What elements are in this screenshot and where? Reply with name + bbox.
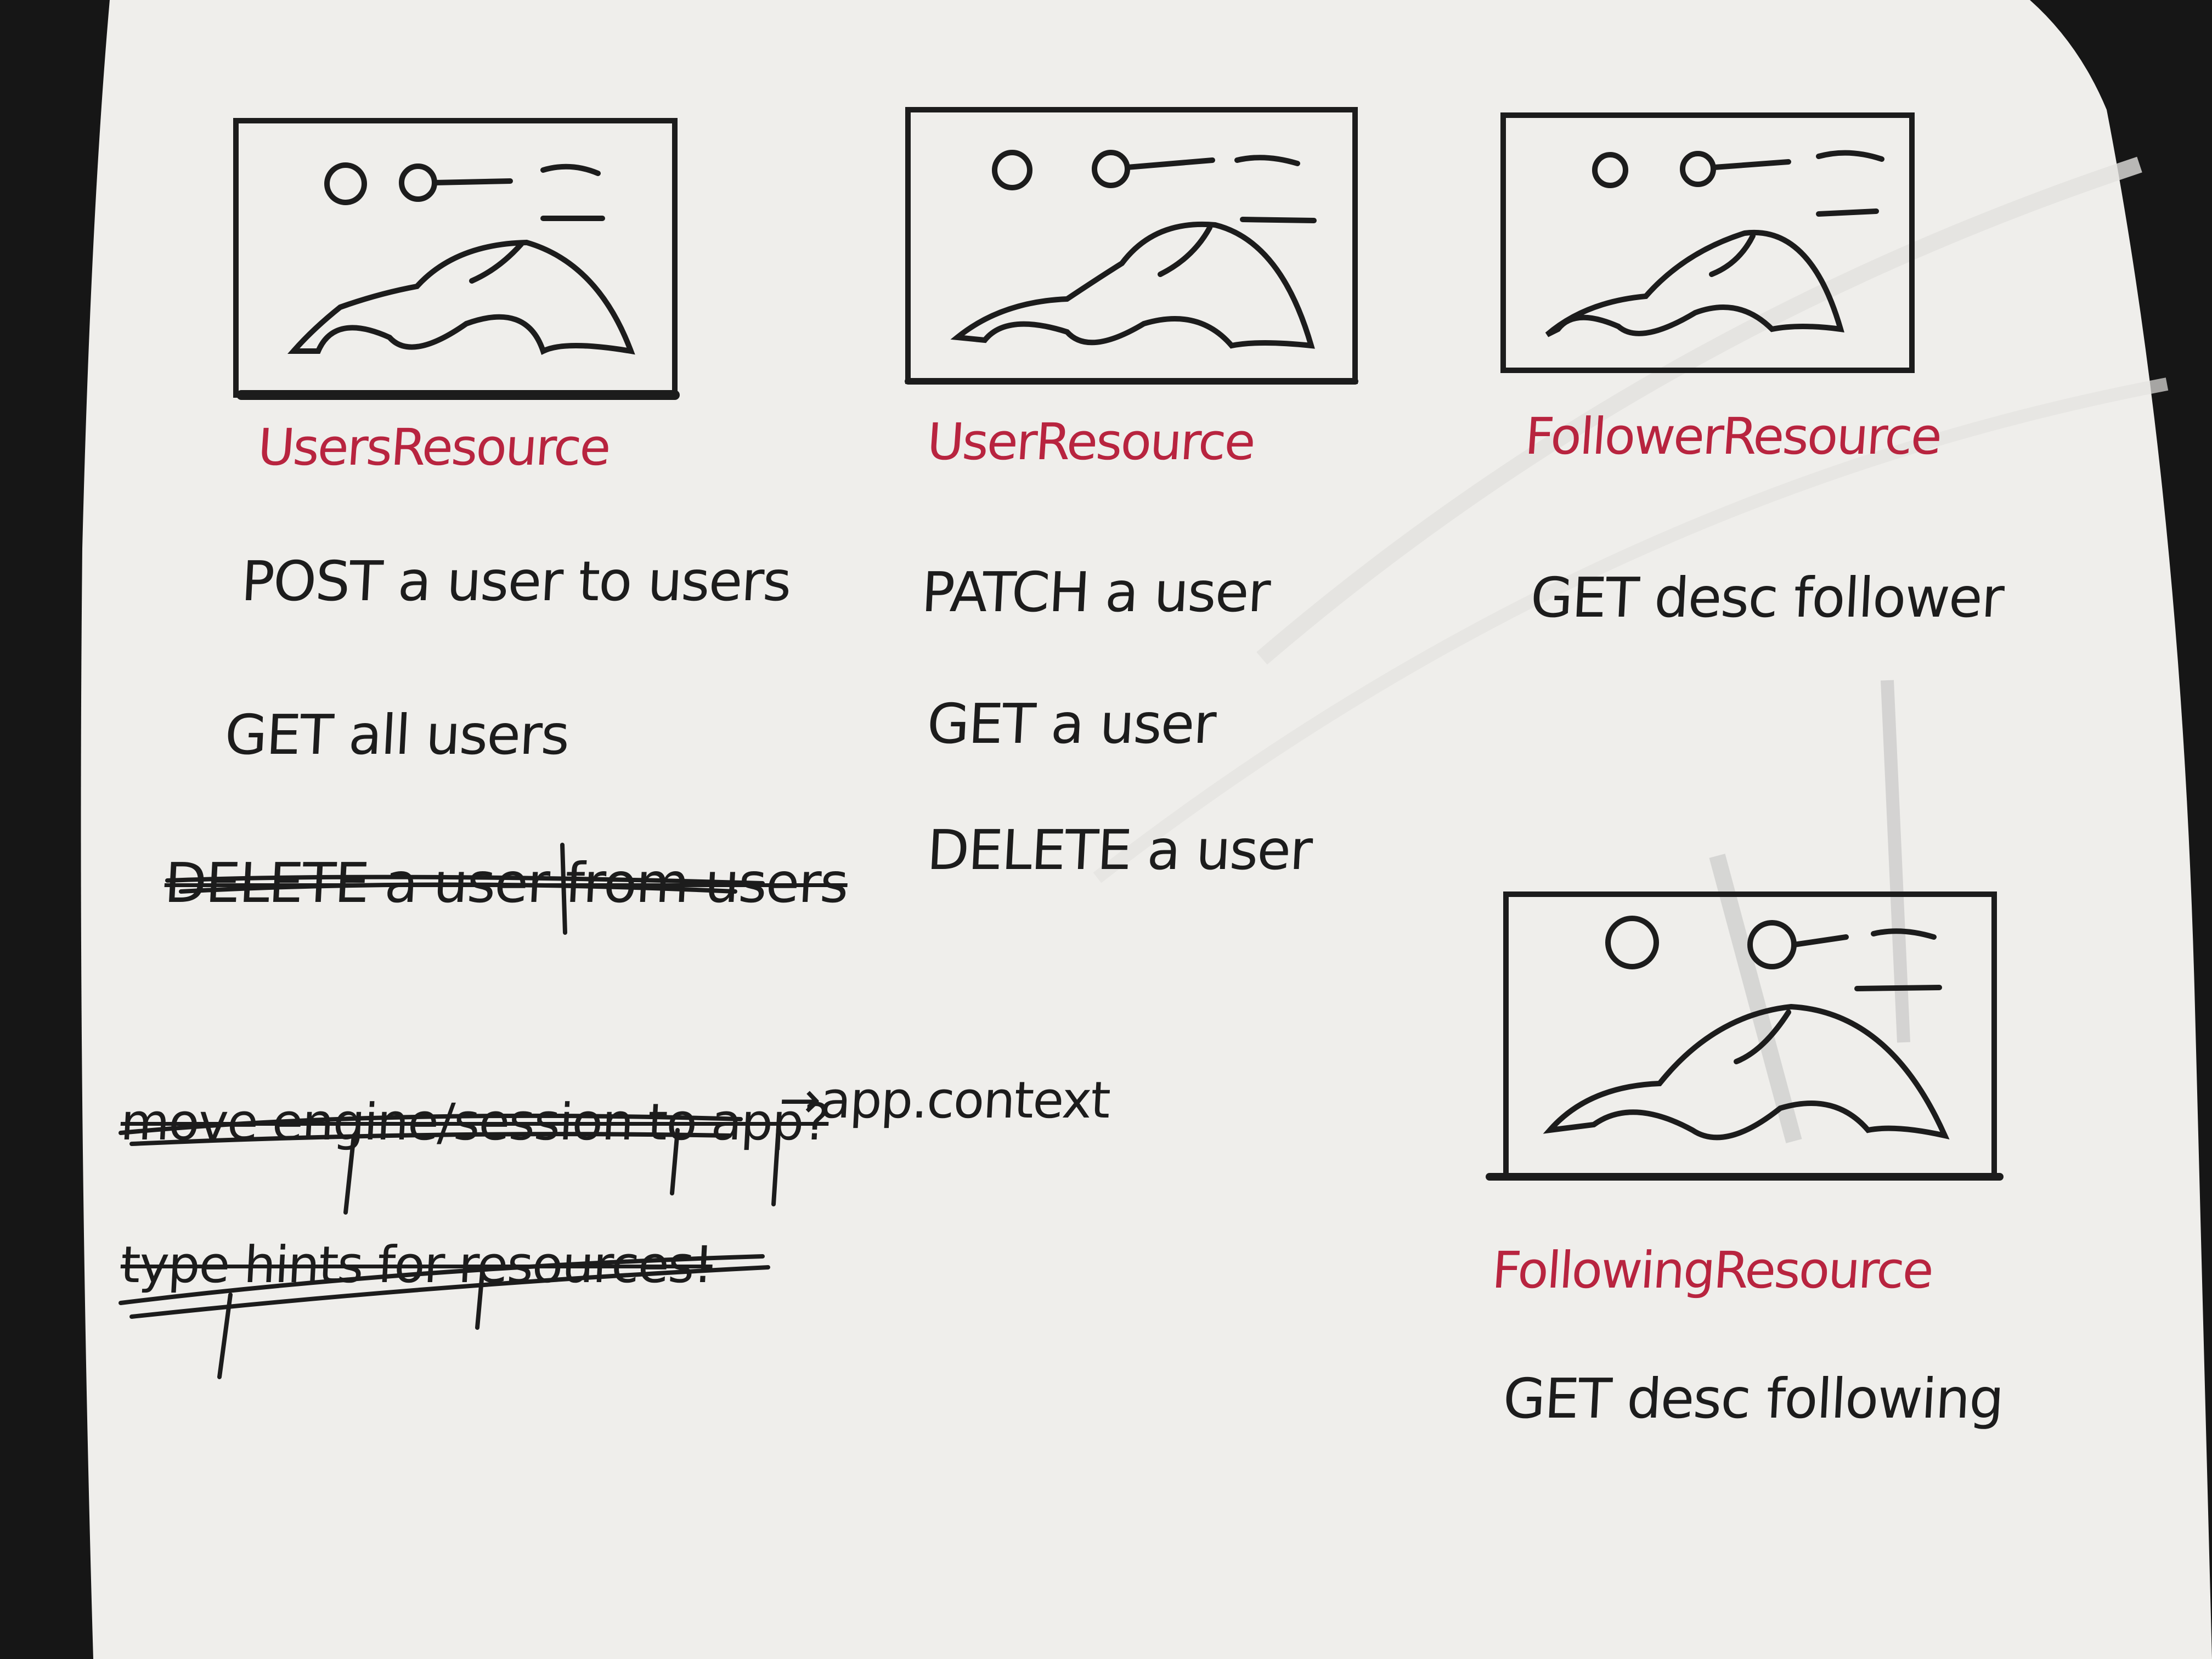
column-heading-follower-resource: FollowerResource <box>1523 407 1943 466</box>
column-heading-users-resource: UsersResource <box>256 418 612 477</box>
task-get-desc-following: GET desc following <box>1501 1367 2005 1431</box>
task-patch-user: PATCH a user <box>919 560 1271 624</box>
note-move-engine-session: move engine/session to app? <box>119 1093 831 1152</box>
task-post-user: POST a user to users <box>239 549 792 613</box>
note-type-hints: type hints for resources! <box>119 1235 714 1294</box>
note-app-context: →app.context <box>777 1071 1111 1130</box>
task-get-user: GET a user <box>925 692 1217 756</box>
task-delete-user-from-users: DELETE a user from users <box>162 851 849 915</box>
column-heading-following-resource: FollowingResource <box>1490 1241 1934 1300</box>
task-delete-user: DELETE a user <box>925 818 1313 882</box>
task-get-desc-follower: GET desc follower <box>1528 566 2005 630</box>
task-get-all-users: GET all users <box>223 703 571 767</box>
column-heading-user-resource: UserResource <box>925 413 1256 471</box>
